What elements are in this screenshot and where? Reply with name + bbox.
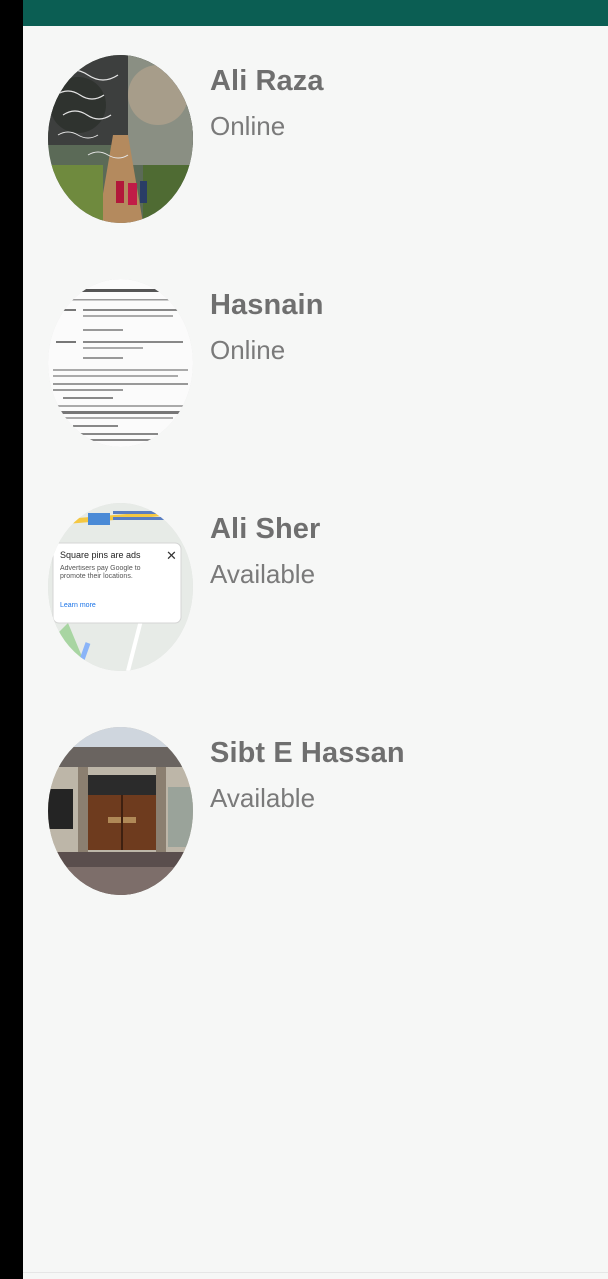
divider [23,1272,608,1273]
close-icon: ✕ [166,548,177,563]
scenic-path-photo [48,55,193,223]
contact-name: Ali Sher [210,513,321,545]
contact-status: Online [210,111,286,141]
map-popup-title: Square pins are ads [60,550,141,560]
avatar[interactable] [48,55,193,223]
app-bar [23,0,608,26]
contact-item-ali-sher[interactable]: Square pins are ads ✕ Advertisers pay Go… [23,503,608,703]
house-gate-photo [48,727,193,895]
map-screenshot: Square pins are ads ✕ Advertisers pay Go… [48,503,193,671]
map-popup-body: Advertisers pay Google to promote their … [60,565,141,580]
contact-status: Available [210,559,316,589]
contact-item-hasnain[interactable]: Hasnain Online [23,279,608,479]
contact-list: Ali Raza Online Hasnain Online Square pi… [23,26,608,1279]
map-popup-link: Learn more [60,602,96,609]
contact-name: Ali Raza [210,65,324,97]
avatar[interactable]: Square pins are ads ✕ Advertisers pay Go… [48,503,193,671]
contact-status: Online [210,335,286,365]
contact-status: Available [210,783,316,813]
contact-item-ali-raza[interactable]: Ali Raza Online [23,55,608,255]
screen-bezel [0,0,23,1279]
avatar[interactable] [48,279,193,447]
contact-item-sibt-e-hassan[interactable]: Sibt E Hassan Available [23,727,608,927]
document-photo [48,279,193,447]
contact-name: Sibt E Hassan [210,737,405,769]
contact-name: Hasnain [210,289,324,321]
avatar[interactable] [48,727,193,895]
